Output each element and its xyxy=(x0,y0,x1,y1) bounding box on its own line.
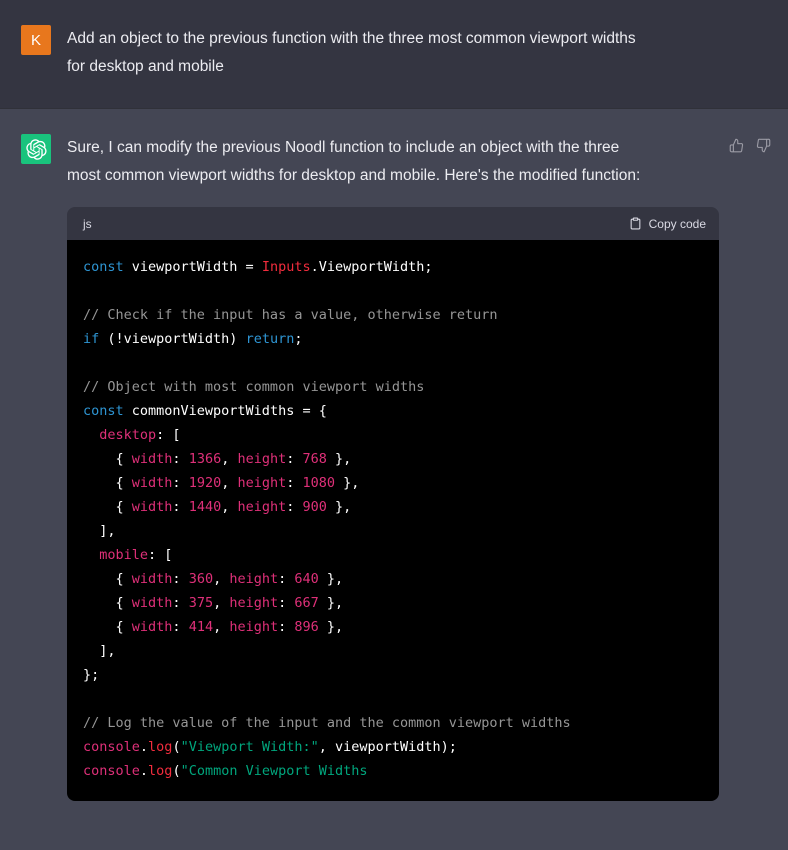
user-message-row: K Add an object to the previous function… xyxy=(0,0,788,108)
message-actions xyxy=(729,138,771,153)
copy-code-button[interactable]: Copy code xyxy=(629,216,706,231)
user-message-line: Add an object to the previous function w… xyxy=(67,25,719,53)
assistant-message: Sure, I can modify the previous Noodl fu… xyxy=(67,134,719,801)
code-block-header: js Copy code xyxy=(67,207,719,240)
openai-logo-icon xyxy=(26,139,47,160)
thumbs-down-button[interactable] xyxy=(756,138,771,153)
user-message: Add an object to the previous function w… xyxy=(67,25,719,81)
code-body: const viewportWidth = Inputs.ViewportWid… xyxy=(67,240,719,801)
code-block: js Copy code const viewportWidth = Input… xyxy=(67,207,719,801)
copy-code-label: Copy code xyxy=(649,217,706,231)
assistant-avatar xyxy=(21,134,51,164)
thumbs-up-button[interactable] xyxy=(729,138,744,153)
user-message-line: for desktop and mobile xyxy=(67,53,719,81)
thumbs-up-icon xyxy=(729,138,744,153)
code-language-label: js xyxy=(83,217,92,231)
user-avatar: K xyxy=(21,25,51,55)
user-avatar-initial: K xyxy=(31,32,41,49)
thumbs-down-icon xyxy=(756,138,771,153)
assistant-message-row: Sure, I can modify the previous Noodl fu… xyxy=(0,108,788,850)
clipboard-icon xyxy=(629,216,642,231)
assistant-message-line: Sure, I can modify the previous Noodl fu… xyxy=(67,134,719,162)
chat-page: K Add an object to the previous function… xyxy=(0,0,788,850)
assistant-message-line: most common viewport widths for desktop … xyxy=(67,162,719,190)
code-content: const viewportWidth = Inputs.ViewportWid… xyxy=(83,255,703,783)
